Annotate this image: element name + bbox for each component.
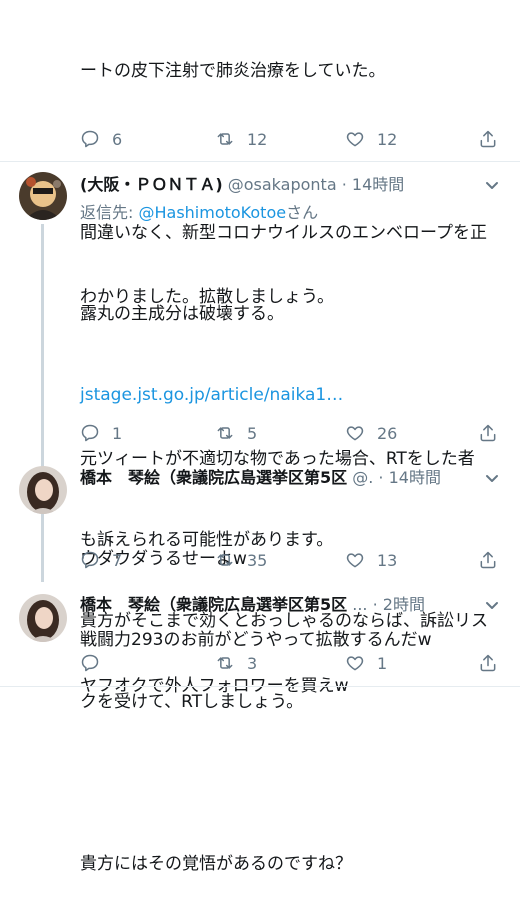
reply-button[interactable]: 7 [80, 545, 122, 575]
reply-to-handle[interactable]: @HashimotoKotoe [138, 203, 286, 222]
retweet-count: 5 [247, 423, 258, 443]
like-icon [346, 656, 364, 671]
tweet-header: 橋本 琴絵（衆議院広島選挙区第5区 @. · 14時間 [80, 467, 441, 489]
reply-count: 6 [112, 129, 123, 149]
like-button[interactable]: 12 [345, 124, 397, 154]
retweet-count: 12 [247, 129, 268, 149]
retweet-count: 35 [247, 550, 268, 570]
more-options-button[interactable] [484, 597, 500, 613]
like-button[interactable]: 26 [345, 418, 397, 448]
avatar[interactable] [19, 594, 67, 642]
chevron-down-icon [486, 182, 498, 189]
reply-button[interactable]: 6 [80, 124, 122, 154]
reply-context: 返信先: @HashimotoKotoeさん [80, 202, 318, 224]
like-icon [346, 553, 364, 568]
separator: · [372, 595, 378, 614]
reply-icon [81, 424, 99, 442]
tweet-header: (大阪・ＰＯＮＴＡ) @osakaponta · 14時間 [80, 174, 404, 196]
share-button[interactable] [478, 418, 498, 448]
like-count: 1 [377, 653, 388, 673]
share-icon [480, 551, 496, 569]
reply-count: 1 [112, 423, 123, 443]
avatar[interactable] [19, 172, 67, 220]
divider [0, 686, 520, 687]
share-button[interactable] [478, 545, 498, 575]
retweet-icon [217, 133, 233, 145]
divider [0, 161, 520, 162]
text-line [80, 365, 488, 392]
timestamp[interactable]: 14時間 [389, 468, 441, 487]
text-line: 貴方にはその覚悟があるのですね？ [80, 854, 352, 874]
action-bar: 7 35 13 [80, 545, 510, 575]
retweet-button[interactable]: 3 [215, 648, 257, 678]
more-options-button[interactable] [484, 470, 500, 486]
reply-prefix: 返信先: [80, 203, 139, 222]
display-name[interactable]: (大阪・ＰＯＮＴＡ) [80, 175, 223, 194]
retweet-icon [217, 554, 233, 566]
separator: · [341, 175, 347, 194]
reply-icon [81, 551, 99, 569]
share-icon [480, 424, 496, 442]
reply-suffix: さん [286, 203, 319, 222]
chevron-down-icon [486, 475, 498, 482]
more-options-button[interactable] [484, 177, 500, 193]
retweet-button[interactable]: 35 [215, 545, 267, 575]
reply-icon [81, 654, 99, 672]
like-button[interactable]: 1 [345, 648, 387, 678]
tweet-header: 橋本 琴絵（衆議院広島選挙区第5区 ... · 2時間 [80, 594, 425, 616]
retweet-icon [217, 427, 233, 439]
text-line: わかりました。拡散しましょう。 [80, 287, 334, 307]
like-button[interactable]: 13 [345, 545, 397, 575]
text-line [80, 770, 488, 797]
tweet-partial: ートの皮下注射で肺炎治療をしていた。 間違いなく、新型コロナウイルスのエンベロー… [0, 0, 520, 405]
like-count: 13 [377, 550, 398, 570]
timestamp[interactable]: 14時間 [352, 175, 404, 194]
reply-button[interactable]: 1 [80, 418, 122, 448]
share-icon [480, 654, 496, 672]
user-handle[interactable]: ... [352, 595, 367, 614]
like-count: 12 [377, 129, 398, 149]
display-name[interactable]: 橋本 琴絵（衆議院広島選挙区第5区 [80, 468, 347, 487]
retweet-count: 3 [247, 653, 258, 673]
action-bar: 6 12 12 [80, 124, 510, 154]
thread-line [41, 224, 44, 582]
timestamp[interactable]: 2時間 [383, 595, 425, 614]
reply-icon [81, 130, 99, 148]
avatar[interactable] [19, 466, 67, 514]
like-icon [346, 132, 364, 147]
like-icon [346, 426, 364, 441]
share-button[interactable] [478, 124, 498, 154]
share-button[interactable] [478, 648, 498, 678]
user-handle[interactable]: @osakaponta [228, 175, 337, 194]
reply-count: 7 [112, 550, 123, 570]
separator: · [378, 468, 384, 487]
action-bar: 1 5 26 [80, 418, 510, 448]
retweet-button[interactable]: 12 [215, 124, 267, 154]
reply-button[interactable] [80, 648, 112, 678]
retweet-icon [217, 657, 233, 669]
text-line: ートの皮下注射で肺炎治療をしていた。 [80, 61, 386, 81]
share-icon [480, 130, 496, 148]
user-handle[interactable]: @. [352, 468, 373, 487]
retweet-button[interactable]: 5 [215, 418, 257, 448]
like-count: 26 [377, 423, 398, 443]
chevron-down-icon [486, 602, 498, 609]
display-name[interactable]: 橋本 琴絵（衆議院広島選挙区第5区 [80, 595, 347, 614]
action-bar: 3 1 [80, 648, 510, 678]
